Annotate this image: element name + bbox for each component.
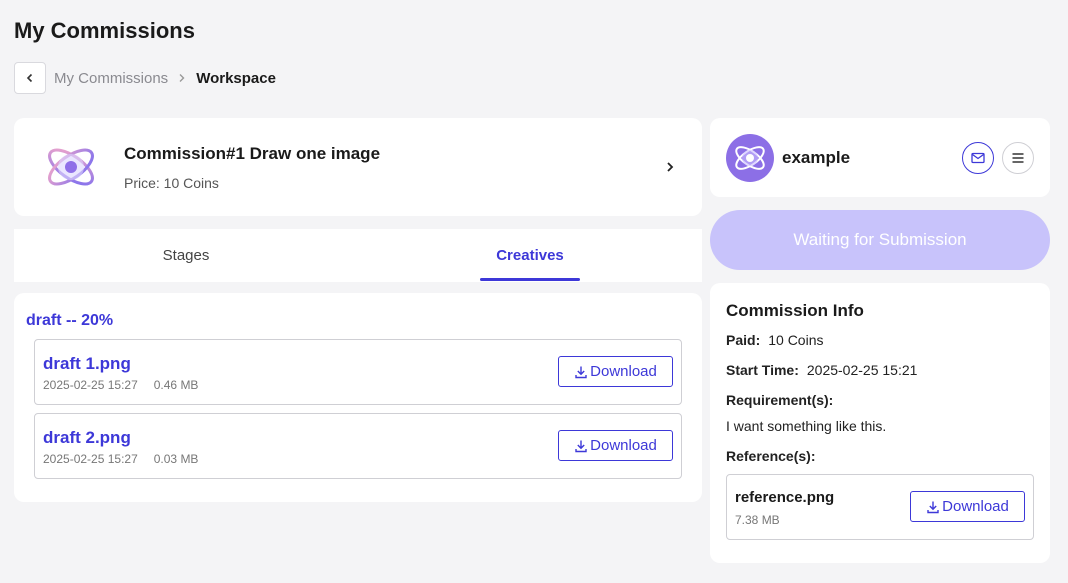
tab-stages[interactable]: Stages	[14, 229, 358, 282]
breadcrumb-parent-link[interactable]: My Commissions	[54, 70, 168, 87]
download-label: Download	[590, 437, 657, 454]
file-size: 0.46 MB	[153, 378, 199, 392]
download-label: Download	[590, 363, 657, 380]
user-card: example	[710, 118, 1050, 197]
file-name[interactable]: draft 2.png	[43, 428, 131, 448]
tab-bar: Stages Creatives	[14, 229, 702, 282]
file-item: draft 2.png 2025-02-25 15:27 0.03 MB Down…	[34, 413, 682, 479]
tab-creatives[interactable]: Creatives	[480, 229, 580, 282]
start-time-value: 2025-02-25 15:21	[806, 362, 918, 378]
start-time-row: Start Time: 2025-02-25 15:21	[726, 362, 917, 378]
stage-label: draft -- 20%	[26, 312, 114, 329]
commission-price: Price: 10 Coins	[124, 175, 219, 191]
download-label: Download	[942, 498, 1009, 515]
creatives-panel: draft -- 20% draft 1.png 2025-02-25 15:2…	[14, 293, 702, 502]
reference-label: Reference(s):	[726, 448, 816, 464]
start-time-label: Start Time:	[726, 362, 799, 378]
waiting-for-submission-button[interactable]: Waiting for Submission	[710, 210, 1050, 270]
atom-logo-icon	[48, 148, 94, 186]
download-icon	[575, 440, 587, 452]
reference-file-item: reference.png 7.38 MB Download	[726, 474, 1034, 540]
chevron-right-icon[interactable]	[664, 160, 676, 174]
mail-icon	[971, 152, 985, 164]
paid-value: 10 Coins	[768, 332, 824, 348]
commission-header-card[interactable]: Commission#1 Draw one image Price: 10 Co…	[14, 118, 702, 216]
avatar[interactable]	[726, 134, 774, 182]
file-meta: 2025-02-25 15:27 0.46 MB	[43, 378, 198, 392]
reference-file-name[interactable]: reference.png	[735, 489, 834, 506]
paid-label: Paid:	[726, 332, 761, 348]
page-title: My Commissions	[14, 18, 195, 43]
menu-button[interactable]	[1002, 142, 1034, 174]
requirement-label: Requirement(s):	[726, 392, 834, 408]
download-icon	[575, 366, 587, 378]
menu-icon	[1012, 153, 1024, 163]
file-size: 0.03 MB	[153, 452, 199, 466]
back-button[interactable]	[14, 62, 46, 94]
download-button[interactable]: Download	[558, 430, 673, 461]
commission-title: Commission#1 Draw one image	[124, 144, 381, 163]
file-date: 2025-02-25 15:27	[43, 452, 138, 466]
reference-file-size: 7.38 MB	[735, 513, 780, 527]
chevron-left-icon	[26, 73, 33, 83]
download-button[interactable]: Download	[558, 356, 673, 387]
file-meta: 2025-02-25 15:27 0.03 MB	[43, 452, 198, 466]
message-button[interactable]	[962, 142, 994, 174]
chevron-right-icon	[178, 73, 186, 83]
commission-info-card: Commission Info Paid: 10 Coins Start Time…	[710, 283, 1050, 563]
user-name: example	[782, 148, 851, 167]
breadcrumb-current: Workspace	[196, 69, 276, 87]
requirement-value: I want something like this.	[726, 418, 887, 434]
paid-row: Paid: 10 Coins	[726, 332, 824, 348]
info-title: Commission Info	[726, 301, 864, 320]
download-icon	[927, 501, 939, 513]
breadcrumb: My Commissions Workspace	[14, 62, 276, 94]
download-button[interactable]: Download	[910, 491, 1025, 522]
active-tab-indicator	[480, 278, 580, 281]
file-name[interactable]: draft 1.png	[43, 354, 131, 374]
file-item: draft 1.png 2025-02-25 15:27 0.46 MB Down…	[34, 339, 682, 405]
atom-avatar-icon	[735, 146, 765, 170]
file-date: 2025-02-25 15:27	[43, 378, 138, 392]
